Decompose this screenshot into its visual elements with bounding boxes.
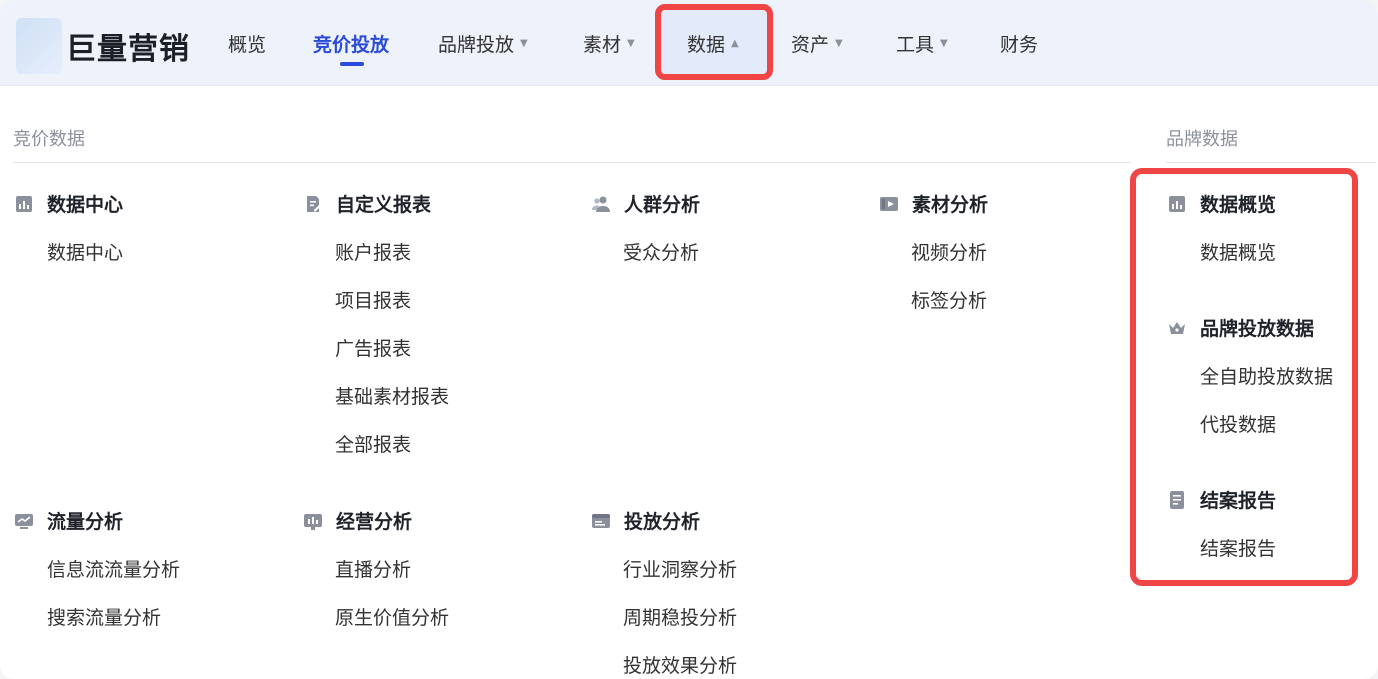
link-industry-insight[interactable]: 行业洞察分析 bbox=[623, 555, 737, 582]
link-video-analysis[interactable]: 视频分析 bbox=[911, 238, 987, 265]
video-icon bbox=[878, 193, 900, 215]
group-closing-report: 结案报告 bbox=[1166, 486, 1276, 513]
brand-name: 巨量营销 bbox=[66, 32, 190, 67]
link-project-report[interactable]: 项目报表 bbox=[335, 286, 411, 313]
top-nav-bar: 巨量营销 概览 竞价投放 品牌投放 ▼ 素材 ▼ 数据 ▲ 资产 ▼ 工具 ▼ bbox=[0, 0, 1378, 86]
nav-material-label: 素材 bbox=[583, 34, 622, 56]
link-search-traffic[interactable]: 搜索流量分析 bbox=[47, 603, 161, 630]
group-title: 素材分析 bbox=[912, 194, 989, 216]
group-title: 品牌投放数据 bbox=[1200, 318, 1315, 340]
group-title: 数据中心 bbox=[47, 194, 124, 216]
nav-finance[interactable]: 财务 bbox=[1000, 30, 1038, 57]
crown-icon bbox=[1166, 317, 1188, 339]
caret-down-icon: ▼ bbox=[940, 38, 948, 49]
bar-chart-icon bbox=[13, 193, 35, 215]
nav-bidding[interactable]: 竞价投放 bbox=[313, 30, 389, 57]
group-data-center: 数据中心 bbox=[13, 190, 123, 217]
link-native-value-analysis[interactable]: 原生价值分析 bbox=[335, 603, 449, 630]
nav-overview-label: 概览 bbox=[228, 34, 267, 56]
users-icon bbox=[590, 193, 612, 215]
group-title: 人群分析 bbox=[624, 194, 701, 216]
bar-chart-icon bbox=[1166, 193, 1188, 215]
caret-up-icon: ▲ bbox=[731, 38, 739, 49]
nav-finance-label: 财务 bbox=[1000, 34, 1039, 56]
group-title: 经营分析 bbox=[336, 511, 413, 533]
link-self-service-delivery[interactable]: 全自助投放数据 bbox=[1200, 362, 1333, 389]
group-business: 经营分析 bbox=[302, 507, 412, 534]
group-material: 素材分析 bbox=[878, 190, 988, 217]
link-cycle-steady-delivery[interactable]: 周期稳投分析 bbox=[623, 603, 737, 630]
active-nav-indicator bbox=[340, 62, 364, 66]
group-brand-overview: 数据概览 bbox=[1166, 190, 1276, 217]
link-audience-analysis[interactable]: 受众分析 bbox=[623, 238, 699, 265]
group-title: 投放分析 bbox=[624, 511, 701, 533]
link-closing-report[interactable]: 结案报告 bbox=[1200, 534, 1276, 561]
group-title: 数据概览 bbox=[1200, 194, 1277, 216]
group-title: 自定义报表 bbox=[336, 194, 432, 216]
group-custom-report: 自定义报表 bbox=[302, 190, 431, 217]
caret-down-icon: ▼ bbox=[520, 38, 528, 49]
business-chart-icon bbox=[302, 510, 324, 532]
brand-data-title: 品牌数据 bbox=[1166, 129, 1238, 150]
nav-overview[interactable]: 概览 bbox=[228, 30, 266, 57]
link-delivery-effect[interactable]: 投放效果分析 bbox=[623, 651, 737, 678]
nav-brand-delivery[interactable]: 品牌投放 ▼ bbox=[438, 30, 528, 57]
nav-brand-delivery-label: 品牌投放 bbox=[438, 34, 515, 56]
link-account-report[interactable]: 账户报表 bbox=[335, 238, 411, 265]
group-title: 结案报告 bbox=[1200, 490, 1277, 512]
group-title: 流量分析 bbox=[47, 511, 124, 533]
caret-down-icon: ▼ bbox=[627, 38, 635, 49]
nav-material[interactable]: 素材 ▼ bbox=[583, 30, 635, 57]
bidding-data-title: 竞价数据 bbox=[13, 129, 85, 150]
caret-down-icon: ▼ bbox=[835, 38, 843, 49]
nav-tools-label: 工具 bbox=[896, 34, 935, 56]
nav-data-label: 数据 bbox=[687, 34, 726, 56]
group-delivery: 投放分析 bbox=[590, 507, 700, 534]
nav-bidding-label: 竞价投放 bbox=[313, 34, 390, 56]
group-brand-delivery: 品牌投放数据 bbox=[1166, 314, 1314, 341]
link-live-analysis[interactable]: 直播分析 bbox=[335, 555, 411, 582]
monitor-chart-icon bbox=[13, 510, 35, 532]
nav-assets[interactable]: 资产 ▼ bbox=[791, 30, 843, 57]
nav-tools[interactable]: 工具 ▼ bbox=[896, 30, 948, 57]
link-ad-report[interactable]: 广告报表 bbox=[335, 334, 411, 361]
link-tag-analysis[interactable]: 标签分析 bbox=[911, 286, 987, 313]
nav-assets-label: 资产 bbox=[791, 34, 830, 56]
app-window: 巨量营销 概览 竞价投放 品牌投放 ▼ 素材 ▼ 数据 ▲ 资产 ▼ 工具 ▼ bbox=[0, 0, 1378, 679]
nav-data[interactable]: 数据 ▲ bbox=[687, 30, 739, 57]
group-crowd: 人群分析 bbox=[590, 190, 700, 217]
bidding-divider bbox=[13, 162, 1131, 163]
link-brand-overview[interactable]: 数据概览 bbox=[1200, 238, 1276, 265]
browser-window-icon bbox=[590, 510, 612, 532]
link-feed-traffic[interactable]: 信息流流量分析 bbox=[47, 555, 180, 582]
report-edit-icon bbox=[302, 193, 324, 215]
brand-divider bbox=[1166, 162, 1376, 163]
link-basic-material-report[interactable]: 基础素材报表 bbox=[335, 382, 449, 409]
logo-icon bbox=[16, 18, 62, 74]
link-data-center[interactable]: 数据中心 bbox=[47, 238, 123, 265]
document-icon bbox=[1166, 489, 1188, 511]
group-traffic: 流量分析 bbox=[13, 507, 123, 534]
link-agency-delivery[interactable]: 代投数据 bbox=[1200, 410, 1276, 437]
link-all-reports[interactable]: 全部报表 bbox=[335, 430, 411, 457]
